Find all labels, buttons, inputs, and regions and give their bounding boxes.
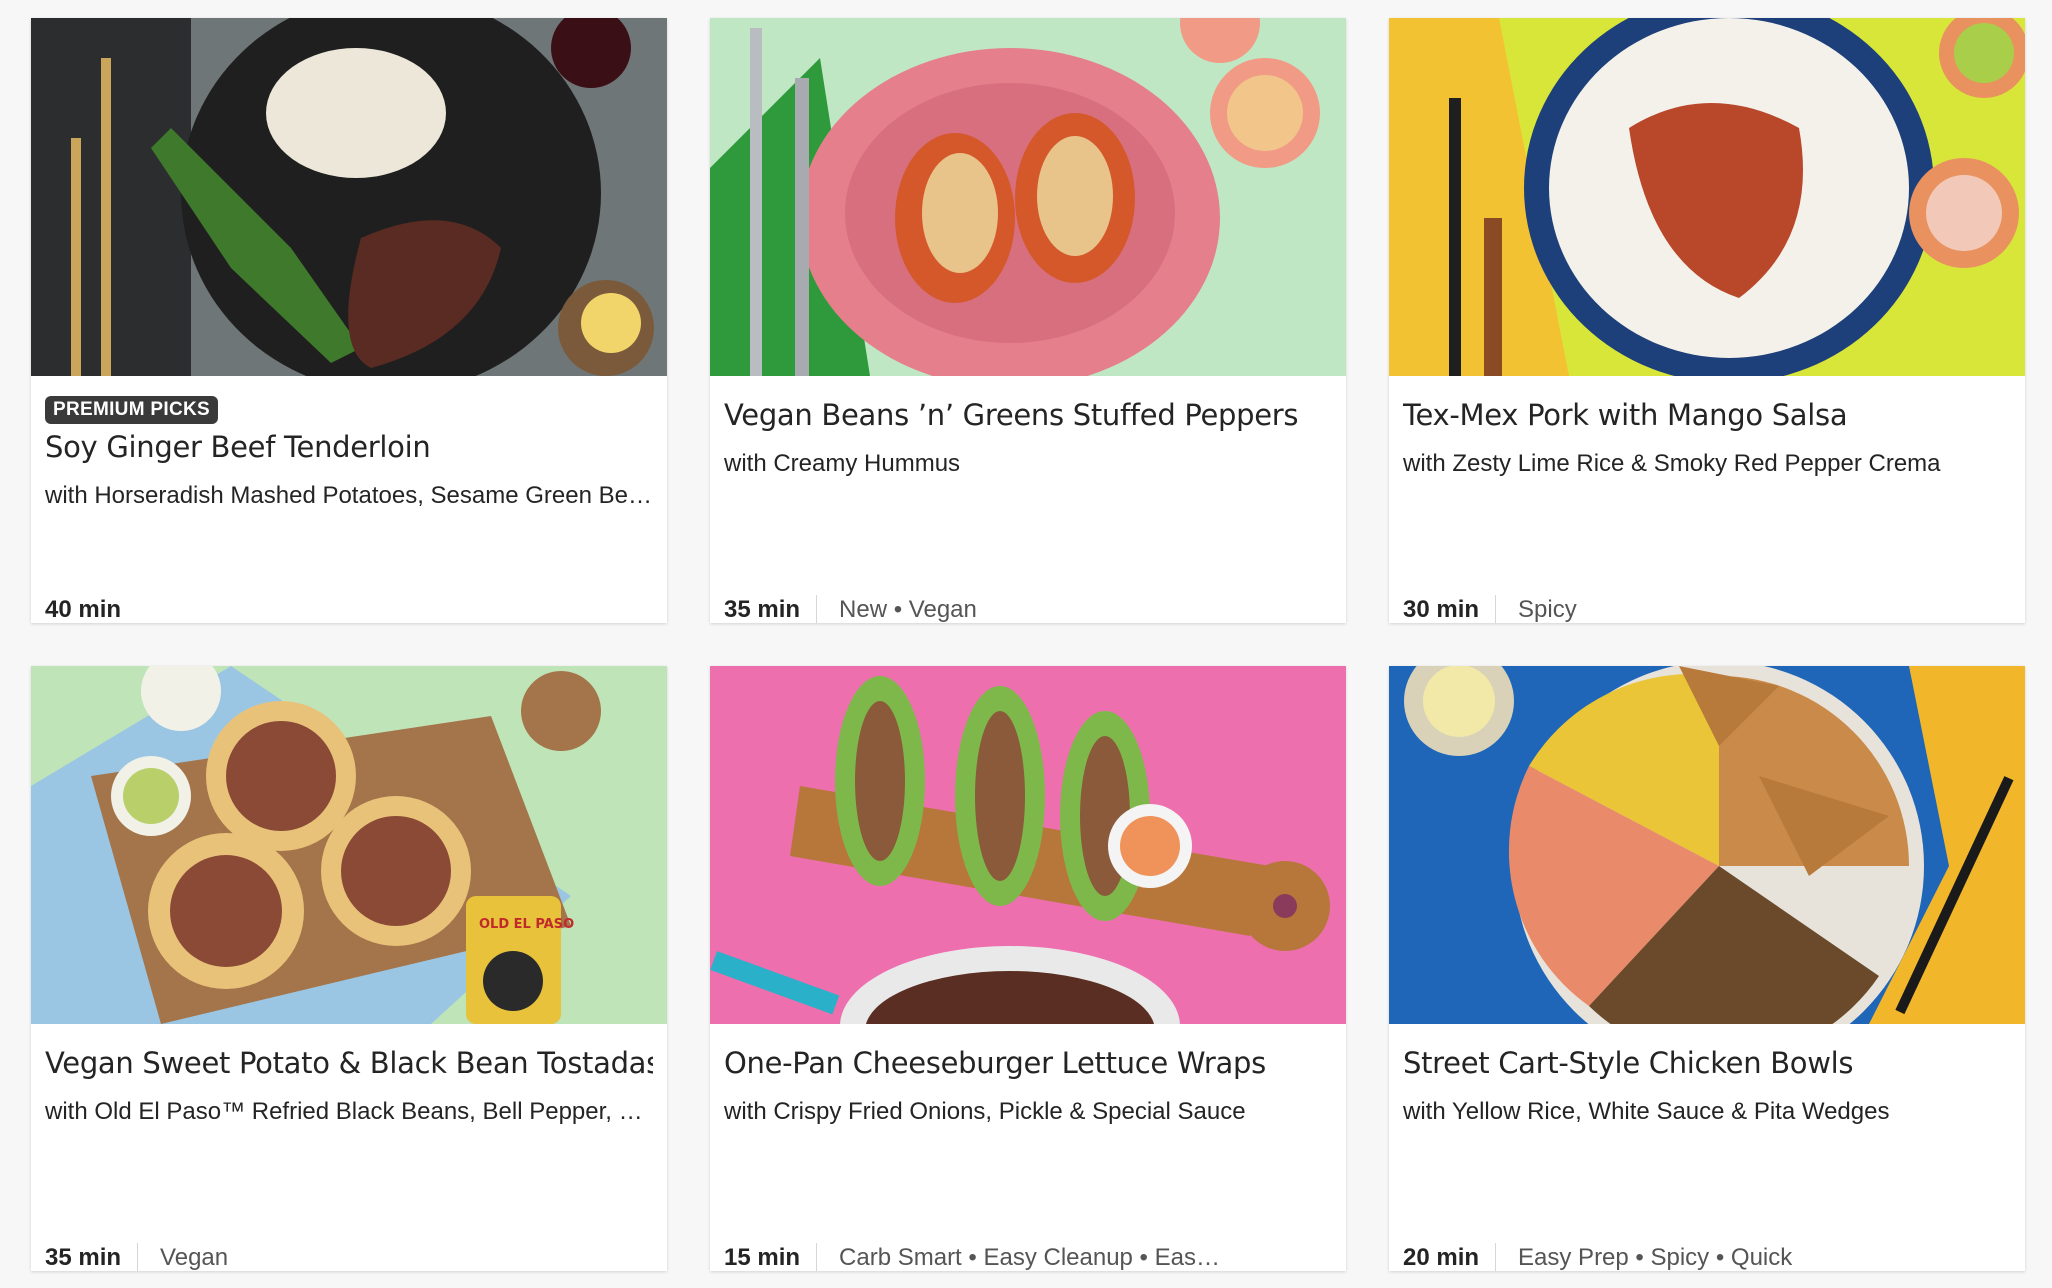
cook-time: 35 min [45, 1244, 122, 1271]
recipe-tags: Carb Smart • Easy Cleanup • Easy Prep [839, 1244, 1230, 1271]
recipe-photo[interactable] [31, 18, 667, 376]
recipe-card[interactable]: Tex-Mex Pork with Mango Salsa with Zesty… [1389, 18, 2025, 623]
recipe-tags: New • Vegan [839, 596, 977, 623]
meta-divider [1495, 595, 1497, 623]
recipe-subtitle: with Zesty Lime Rice & Smoky Red Pepper … [1403, 450, 1941, 477]
recipe-subtitle: with Crispy Fried Onions, Pickle & Speci… [724, 1098, 1246, 1125]
recipe-meta: 20 min Easy Prep • Spicy • Quick [1403, 1241, 2011, 1271]
recipe-card[interactable]: PREMIUM PICKS Soy Ginger Beef Tenderloin… [31, 18, 667, 623]
recipe-tags: Easy Prep • Spicy • Quick [1518, 1244, 1793, 1271]
recipe-photo[interactable]: OLD EL PASO [31, 666, 667, 1024]
recipe-card[interactable]: Street Cart-Style Chicken Bowls with Yel… [1389, 666, 2025, 1271]
meta-divider [816, 595, 818, 623]
recipe-meta: 30 min Spicy [1403, 593, 2011, 623]
can-label: OLD EL PASO [479, 917, 574, 932]
recipe-subtitle: with Horseradish Mashed Potatoes, Sesame… [45, 482, 653, 509]
cook-time: 30 min [1403, 596, 1480, 623]
recipe-card[interactable]: One-Pan Cheeseburger Lettuce Wraps with … [710, 666, 1346, 1271]
recipe-meta: 40 min [45, 593, 653, 623]
recipe-photo[interactable] [1389, 18, 2025, 376]
recipe-title[interactable]: Tex-Mex Pork with Mango Salsa [1403, 398, 2011, 432]
recipe-subtitle: with Old El Paso™ Refried Black Beans, B… [45, 1098, 653, 1125]
recipe-title[interactable]: One-Pan Cheeseburger Lettuce Wraps [724, 1046, 1332, 1080]
recipe-title[interactable]: Soy Ginger Beef Tenderloin [45, 430, 653, 464]
cook-time: 15 min [724, 1244, 801, 1271]
recipe-title[interactable]: Vegan Beans ’n’ Greens Stuffed Peppers [724, 398, 1332, 432]
cook-time: 20 min [1403, 1244, 1480, 1271]
premium-picks-badge: PREMIUM PICKS [45, 396, 218, 424]
recipe-grid: PREMIUM PICKS Soy Ginger Beef Tenderloin… [31, 18, 2025, 1271]
recipe-photo[interactable] [1389, 666, 2025, 1024]
meta-divider [1495, 1243, 1497, 1271]
recipe-card[interactable]: OLD EL PASO Vegan Sweet Potato & Black B… [31, 666, 667, 1271]
cook-time: 35 min [724, 596, 801, 623]
recipe-tags: Spicy [1518, 596, 1577, 623]
cook-time: 40 min [45, 596, 122, 623]
meta-divider [816, 1243, 818, 1271]
recipe-title[interactable]: Vegan Sweet Potato & Black Bean Tostadas [45, 1046, 653, 1080]
recipe-photo[interactable] [710, 666, 1346, 1024]
recipe-subtitle: with Yellow Rice, White Sauce & Pita Wed… [1403, 1098, 1890, 1125]
recipe-meta: 35 min Vegan [45, 1241, 653, 1271]
recipe-title[interactable]: Street Cart-Style Chicken Bowls [1403, 1046, 2011, 1080]
recipe-meta: 15 min Carb Smart • Easy Cleanup • Easy … [724, 1241, 1332, 1271]
recipe-photo[interactable] [710, 18, 1346, 376]
recipe-subtitle: with Creamy Hummus [724, 450, 961, 477]
recipe-tags: Vegan [160, 1244, 229, 1271]
meta-divider [137, 1243, 139, 1271]
recipe-meta: 35 min New • Vegan [724, 593, 1332, 623]
recipe-card[interactable]: Vegan Beans ’n’ Greens Stuffed Peppers w… [710, 18, 1346, 623]
